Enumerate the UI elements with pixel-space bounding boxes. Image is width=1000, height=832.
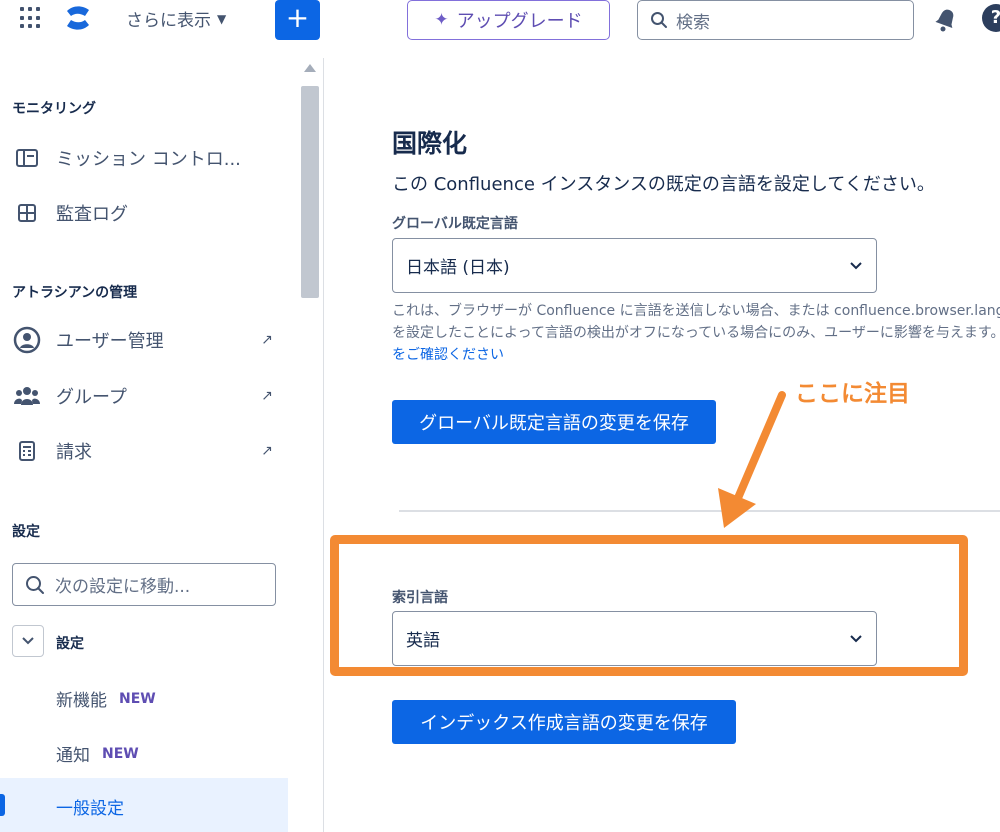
search-placeholder: 検索 [676, 12, 710, 33]
chevron-down-icon: ▼ [217, 11, 227, 26]
new-badge: NEW [119, 690, 156, 707]
top-navigation-bar: さらに表示 ▼ + ✦ アップグレード 検索 ? [0, 0, 1000, 40]
sidebar-item-user-management[interactable]: ユーザー管理 ↗ [12, 320, 274, 360]
index-language-select[interactable]: 英語 [392, 611, 877, 666]
global-language-label: グローバル既定言語 [392, 216, 518, 232]
sidebar-item-notifications[interactable]: 通知 NEW [56, 741, 139, 767]
sidebar-item-whats-new[interactable]: 新機能 NEW [56, 686, 156, 712]
settings-heading: 設定 [12, 524, 40, 540]
more-menu-button[interactable]: さらに表示 ▼ [126, 6, 226, 31]
global-search-input[interactable]: 検索 [637, 0, 914, 40]
scroll-up-arrow-icon[interactable] [304, 64, 316, 72]
new-badge: NEW [102, 745, 139, 762]
sidebar-item-general-settings[interactable] [0, 778, 288, 832]
sidebar-scrollbar[interactable] [300, 64, 320, 298]
annotation-callout-text: ここに注目 [795, 381, 910, 407]
index-language-value: 英語 [406, 631, 440, 651]
help-icon[interactable]: ? [982, 4, 1000, 32]
sidebar-item-label: ミッション コントロ... [56, 149, 241, 170]
confluence-logo-icon[interactable] [64, 3, 92, 33]
annotation-arrow-icon [718, 391, 786, 528]
help-link[interactable]: をご確認ください [392, 344, 1000, 366]
sidebar-item-label: 請求 [56, 442, 92, 463]
settings-search-placeholder: 次の設定に移動... [55, 577, 191, 597]
page-description: この Confluence インスタンスの既定の言語を設定してください。 [392, 174, 935, 195]
sidebar-item-label: グループ [56, 387, 127, 408]
sparkle-icon: ✦ [434, 10, 449, 30]
global-language-value: 日本語 (日本) [406, 258, 510, 278]
panel-layout-icon [12, 143, 42, 173]
sidebar-item-label: 新機能 [56, 691, 107, 711]
upgrade-label: アップグレード [456, 11, 583, 32]
search-icon [651, 12, 667, 28]
people-group-icon [12, 381, 42, 411]
settings-group-label: 設定 [56, 636, 84, 652]
chevron-down-icon [850, 634, 862, 642]
external-link-icon: ↗ [261, 388, 273, 404]
sidebar-item-audit-log[interactable]: 監査ログ [12, 193, 274, 233]
app-switcher-icon[interactable] [20, 7, 42, 29]
save-index-language-button[interactable]: インデックス作成言語の変更を保存 [392, 700, 736, 744]
sidebar-item-billing[interactable]: 請求 ↗ [12, 431, 274, 471]
more-menu-label: さらに表示 [126, 11, 211, 31]
atlassian-admin-heading: アトラシアンの管理 [12, 285, 138, 301]
sidebar-item-groups[interactable]: グループ ↗ [12, 376, 274, 416]
scrollbar-thumb[interactable] [301, 86, 319, 298]
global-language-select[interactable]: 日本語 (日本) [392, 238, 877, 293]
sidebar-item-mission-control[interactable]: ミッション コントロ... [12, 138, 274, 178]
sidebar: モニタリング ミッション コントロ... 監査ログ アトラシアンの管理 ユーザー… [0, 58, 324, 832]
sidebar-item-label: 監査ログ [56, 204, 128, 225]
sidebar-item-label-active: 一般設定 [56, 799, 124, 819]
active-indicator [0, 794, 5, 816]
sidebar-item-label: 通知 [56, 746, 90, 766]
upgrade-button[interactable]: ✦ アップグレード [407, 0, 610, 40]
global-language-help-text: これは、ブラウザーが Confluence に言語を送信しない場合、または co… [392, 300, 1000, 366]
search-icon [26, 575, 44, 594]
help-text-line: これは、ブラウザーが Confluence に言語を送信しない場合、または co… [392, 303, 1000, 319]
chevron-down-icon [22, 637, 34, 645]
monitoring-heading: モニタリング [12, 101, 96, 117]
save-global-language-button[interactable]: グローバル既定言語の変更を保存 [392, 400, 716, 444]
sidebar-item-label: ユーザー管理 [56, 331, 164, 352]
grid-icon [12, 198, 42, 228]
chevron-down-icon [850, 261, 862, 269]
external-link-icon: ↗ [261, 332, 273, 348]
document-icon [12, 436, 42, 466]
create-button[interactable]: + [275, 0, 320, 40]
external-link-icon: ↗ [261, 443, 273, 459]
page-title: 国際化 [392, 129, 468, 158]
notifications-bell-icon[interactable] [930, 4, 960, 34]
help-text-line: を設定したことによって言語の検出がオフになっている場合にのみ、ユーザーに影響を与… [392, 325, 1000, 341]
settings-search-input[interactable]: 次の設定に移動... [12, 563, 276, 606]
settings-collapse-toggle[interactable] [12, 625, 44, 657]
person-circle-icon [12, 325, 42, 355]
index-language-label: 索引言語 [392, 590, 448, 606]
